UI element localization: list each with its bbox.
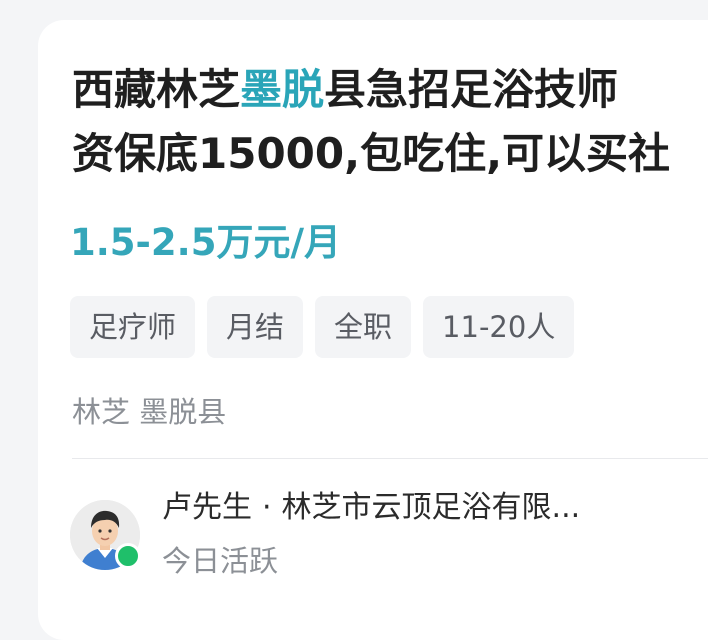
tag-company-size: 11-20人 (423, 296, 575, 358)
title-keyword-highlight: 墨脱 (240, 65, 325, 114)
tag-employment-type: 全职 (315, 296, 412, 358)
job-title[interactable]: 西藏林芝墨脱县急招足浴技师 资保底15000,包吃住,可以买社 (72, 58, 708, 186)
job-title-line-2: 资保底15000,包吃住,可以买社 (72, 129, 671, 178)
job-location: 林芝 墨脱县 (72, 395, 227, 429)
job-title-line-1: 西藏林芝墨脱县急招足浴技师 (72, 58, 708, 122)
online-status-dot (115, 543, 141, 569)
tag-payment: 月结 (207, 296, 304, 358)
divider (72, 458, 708, 459)
activity-status: 今日活跃 (162, 544, 279, 578)
contact-name: 卢先生 (162, 490, 252, 525)
company-name: 林芝市云顶足浴有限... (281, 490, 581, 525)
contact-separator: · (262, 490, 272, 525)
contact-info[interactable]: 卢先生 · 林芝市云顶足浴有限... (162, 485, 580, 531)
salary-range: 1.5-2.5万元/月 (70, 221, 341, 264)
job-tags: 足疗师 月结 全职 11-20人 (70, 296, 575, 358)
title-prefix: 西藏林芝 (72, 65, 241, 114)
tag-position: 足疗师 (70, 296, 196, 358)
title-suffix: 县急招足浴技师 (324, 65, 619, 114)
